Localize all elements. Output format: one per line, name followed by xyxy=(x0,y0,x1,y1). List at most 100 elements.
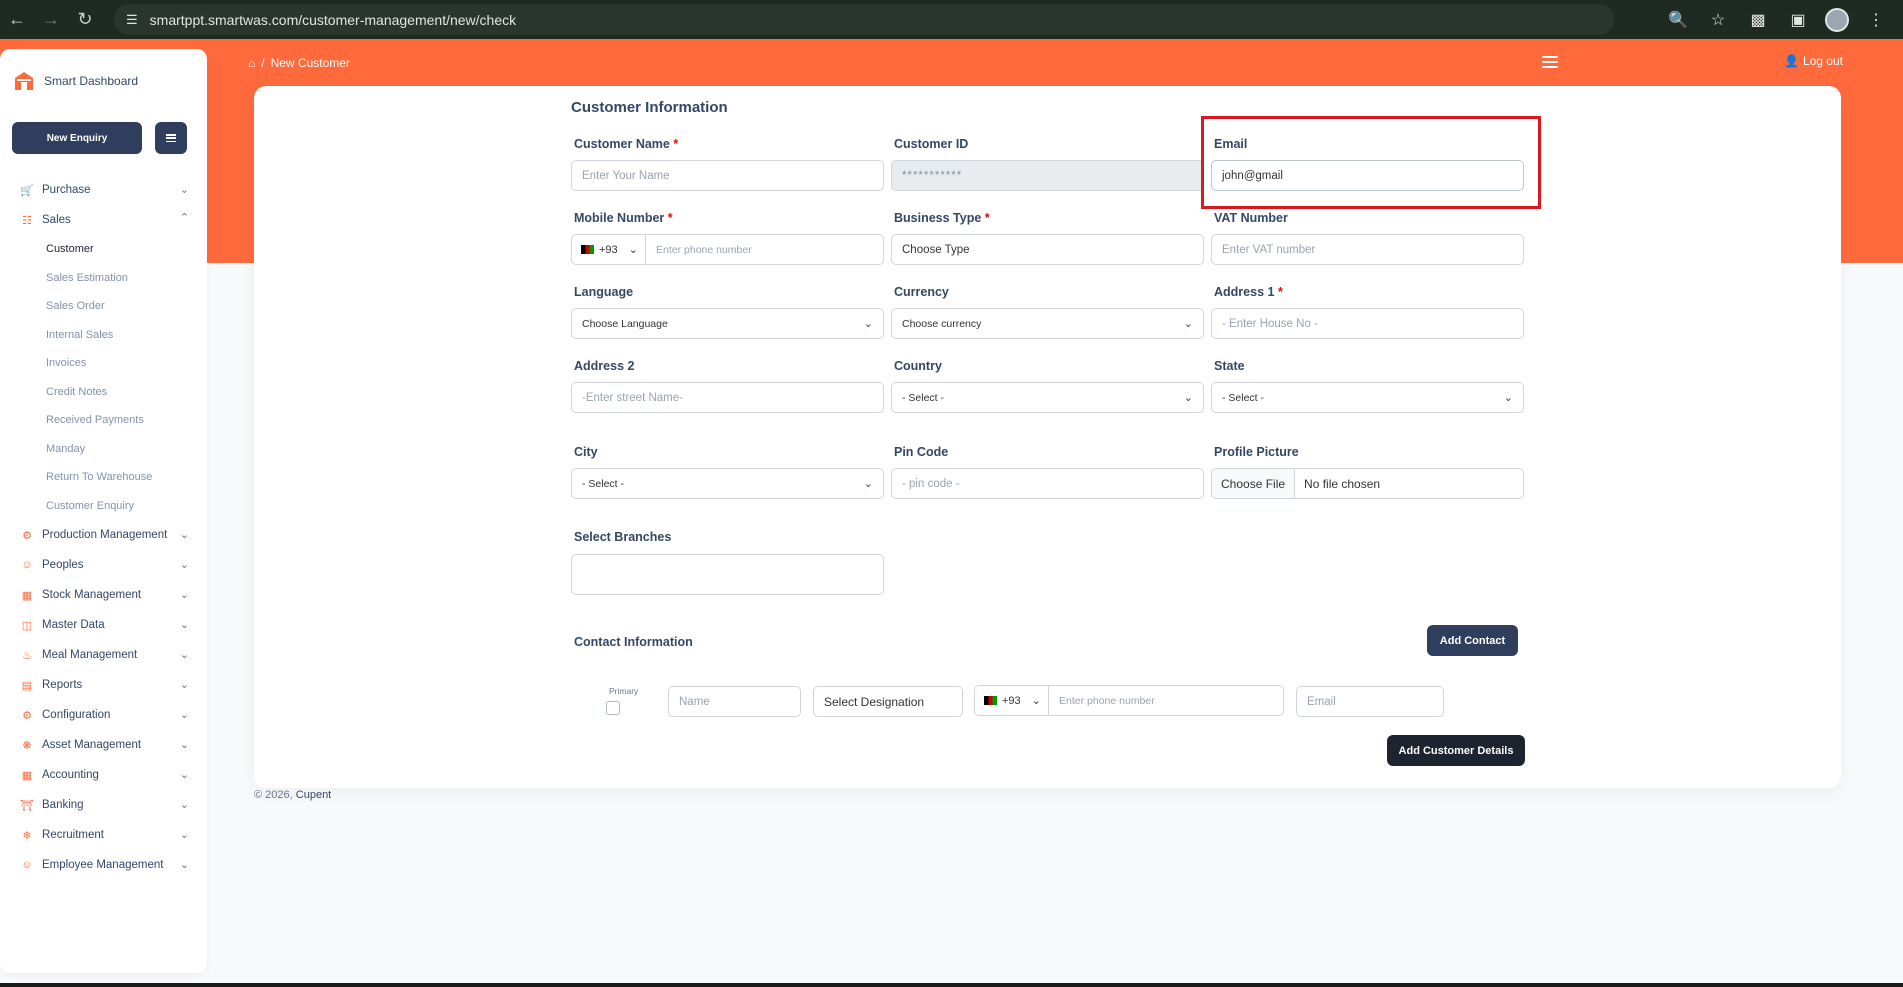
sidebar-sub-internal-sales[interactable]: Internal Sales xyxy=(0,321,207,350)
address1-input[interactable]: - Enter House No - xyxy=(1211,308,1524,339)
user-icon: 👤 xyxy=(1784,54,1799,68)
sidebar-item-reports[interactable]: ▤ Reports ⌄ xyxy=(0,670,207,700)
chevron-down-icon: ⌄ xyxy=(179,679,189,691)
sidebar-item-label: Purchase xyxy=(42,184,91,196)
city-select[interactable]: - Select - ⌄ xyxy=(571,468,884,499)
pin-code-input[interactable]: - pin code - xyxy=(891,468,1204,499)
sidebar-item-banking[interactable]: ⛩ Banking ⌄ xyxy=(0,790,207,820)
country-code-value: +93 xyxy=(1002,694,1021,707)
sidebar-item-stock-management[interactable]: ▦ Stock Management ⌄ xyxy=(0,580,207,610)
vat-number-label: VAT Number xyxy=(1214,211,1288,225)
primary-checkbox[interactable] xyxy=(606,701,620,715)
sidebar-sub-sales-estimation[interactable]: Sales Estimation xyxy=(0,264,207,293)
breadcrumb: ⌂ / New Customer xyxy=(248,56,350,70)
sidebar-item-recruitment[interactable]: ❄ Recruitment ⌄ xyxy=(0,820,207,850)
contact-country-code-select[interactable]: +93 ⌄ xyxy=(974,685,1049,716)
chevron-down-icon: ⌄ xyxy=(179,859,189,871)
sidebar-sub-received-payments[interactable]: Received Payments xyxy=(0,406,207,435)
sidebar-item-peoples[interactable]: ☺ Peoples ⌄ xyxy=(0,550,207,580)
browser-toolbar: ← → ↻ ☰ smartppt.smartwas.com/customer-m… xyxy=(0,0,1903,39)
sidebar-item-purchase[interactable]: 🛒 Purchase ⌄ xyxy=(0,175,207,205)
back-icon[interactable]: ← xyxy=(0,3,34,37)
mobile-number-input[interactable]: Enter phone number xyxy=(645,234,884,265)
report-icon: ▤ xyxy=(21,679,33,692)
bank-icon: ⛩ xyxy=(20,799,34,812)
mobile-country-code-select[interactable]: +93 ⌄ xyxy=(571,234,646,265)
sidebar-item-production-management[interactable]: ⚙ Production Management ⌄ xyxy=(0,520,207,550)
cast-icon[interactable]: ▣ xyxy=(1785,7,1811,33)
address2-input[interactable]: -Enter street Name- xyxy=(571,382,884,413)
primary-label: Primary xyxy=(609,686,639,696)
country-select[interactable]: - Select - ⌄ xyxy=(891,382,1204,413)
chevron-down-icon: ⌄ xyxy=(179,709,189,721)
email-highlight-box xyxy=(1201,116,1541,209)
sidebar-item-master-data[interactable]: ◫ Master Data ⌄ xyxy=(0,610,207,640)
company-link[interactable]: Cupent xyxy=(296,789,331,801)
vat-number-input[interactable]: Enter VAT number xyxy=(1211,234,1524,265)
sidebar-sub-sales-order[interactable]: Sales Order xyxy=(0,292,207,321)
extensions-icon[interactable]: ▩ xyxy=(1745,7,1771,33)
sidebar-item-configuration[interactable]: ⚙ Configuration ⌄ xyxy=(0,700,207,730)
sidebar-item-asset-management[interactable]: ❋ Asset Management ⌄ xyxy=(0,730,207,760)
sidebar: Smart Dashboard New Enquiry 🛒 Purchase ⌄… xyxy=(0,49,207,973)
customer-name-label: Customer Name * xyxy=(574,137,679,151)
site-info-icon[interactable]: ☰ xyxy=(126,12,138,28)
language-label: Language xyxy=(574,285,634,299)
address-bar[interactable]: ☰ smartppt.smartwas.com/customer-managem… xyxy=(114,4,1614,35)
profile-picture-label: Profile Picture xyxy=(1214,445,1299,459)
sidebar-item-label: Peoples xyxy=(42,559,84,571)
country-label: Country xyxy=(894,359,942,373)
sidebar-sub-customer[interactable]: Customer xyxy=(0,235,207,264)
profile-picture-file-input[interactable]: Choose File No file chosen xyxy=(1211,468,1524,499)
language-select[interactable]: Choose Language ⌄ xyxy=(571,308,884,339)
sidebar-sub-manday[interactable]: Manday xyxy=(0,435,207,464)
state-select[interactable]: - Select - ⌄ xyxy=(1211,382,1524,413)
sidebar-sub-customer-enquiry[interactable]: Customer Enquiry xyxy=(0,492,207,521)
address2-label: Address 2 xyxy=(574,359,635,373)
forward-icon[interactable]: → xyxy=(34,3,68,37)
bookmark-star-icon[interactable]: ☆ xyxy=(1705,7,1731,33)
sidebar-item-sales[interactable]: ☷ Sales ⌃ xyxy=(0,205,207,235)
sidebar-item-label: Master Data xyxy=(42,619,105,631)
asset-icon: ❋ xyxy=(22,739,32,752)
new-enquiry-button[interactable]: New Enquiry xyxy=(12,122,142,154)
sidebar-sub-credit-notes[interactable]: Credit Notes xyxy=(0,378,207,407)
sidebar-sub-invoices[interactable]: Invoices xyxy=(0,349,207,378)
flag-icon xyxy=(581,245,594,254)
brand[interactable]: Smart Dashboard xyxy=(12,69,138,93)
add-customer-details-button[interactable]: Add Customer Details xyxy=(1387,735,1525,766)
breadcrumb-current: New Customer xyxy=(270,56,350,70)
logout-link[interactable]: 👤 Log out xyxy=(1784,54,1843,68)
chevron-down-icon: ⌄ xyxy=(628,244,638,256)
home-icon[interactable]: ⌂ xyxy=(248,56,255,70)
contact-name-input[interactable]: Name xyxy=(668,686,801,717)
customer-name-input[interactable]: Enter Your Name xyxy=(571,160,884,191)
meal-icon: ♨ xyxy=(22,649,32,662)
hamburger-icon[interactable] xyxy=(1542,56,1558,68)
business-type-select[interactable]: Choose Type xyxy=(891,234,1204,265)
chevron-down-icon: ⌄ xyxy=(179,799,189,811)
sidebar-toggle-button[interactable] xyxy=(155,122,187,154)
sidebar-item-meal-management[interactable]: ♨ Meal Management ⌄ xyxy=(0,640,207,670)
zoom-icon[interactable]: 🔍 xyxy=(1665,7,1691,33)
sidebar-item-label: Recruitment xyxy=(42,829,104,841)
profile-avatar[interactable] xyxy=(1825,7,1849,32)
choose-file-button[interactable]: Choose File xyxy=(1212,469,1296,498)
sidebar-item-label: Reports xyxy=(42,679,83,691)
reload-icon[interactable]: ↻ xyxy=(68,3,102,37)
chevron-down-icon: ⌄ xyxy=(179,769,189,781)
sidebar-item-label: Asset Management xyxy=(42,739,142,751)
currency-select[interactable]: Choose currency ⌄ xyxy=(891,308,1204,339)
chevron-down-icon: ⌄ xyxy=(1031,695,1041,707)
contact-email-input[interactable]: Email xyxy=(1296,686,1444,717)
contact-phone-input[interactable]: Enter phone number xyxy=(1048,685,1284,716)
branches-multiselect[interactable] xyxy=(571,554,884,595)
sidebar-item-label: Accounting xyxy=(42,769,99,781)
sidebar-sub-return-to-warehouse[interactable]: Return To Warehouse xyxy=(0,463,207,492)
add-contact-button[interactable]: Add Contact xyxy=(1427,625,1518,656)
designation-select[interactable]: Select Designation xyxy=(813,686,963,717)
sidebar-item-accounting[interactable]: ▦ Accounting ⌄ xyxy=(0,760,207,790)
more-menu-icon[interactable]: ⋮ xyxy=(1863,7,1889,33)
sidebar-item-employee-management[interactable]: ☺ Employee Management ⌄ xyxy=(0,850,207,880)
address1-label: Address 1 * xyxy=(1214,285,1283,299)
